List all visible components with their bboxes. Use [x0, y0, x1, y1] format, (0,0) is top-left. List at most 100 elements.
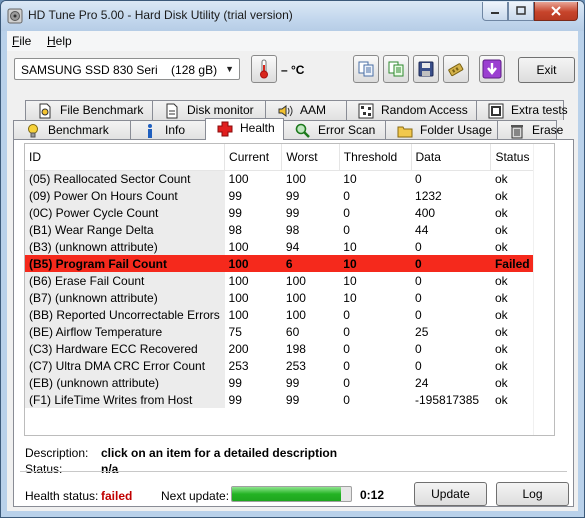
tab-aam[interactable]: AAM — [265, 100, 347, 120]
table-row[interactable]: (B1) Wear Range Delta 98 98 0 44 ok — [25, 221, 554, 238]
table-row[interactable]: (C7) Ultra DMA CRC Error Count 253 253 0 0 ok — [25, 357, 554, 374]
column-header-worst[interactable]: Worst — [281, 144, 340, 171]
caption-buttons — [482, 2, 578, 22]
cell-current: 253 — [228, 358, 249, 373]
cell-current: 100 — [228, 273, 249, 288]
tab-extra-tests[interactable]: Extra tests — [476, 100, 568, 120]
description-value: click on an item for a detailed descript… — [101, 446, 338, 460]
exit-button[interactable]: Exit — [518, 57, 575, 83]
cell-threshold: 0 — [343, 307, 350, 322]
save-icon — [418, 61, 434, 77]
tab-random-access[interactable]: Random Access — [346, 100, 477, 120]
cell-data: 0 — [415, 290, 422, 305]
status-value: n/a — [101, 462, 119, 476]
info-icon — [148, 124, 152, 138]
tab-erase[interactable]: Erase — [497, 120, 563, 140]
cell-id: (BE) Airflow Temperature — [25, 323, 225, 340]
tab-folder-usage[interactable]: Folder Usage — [385, 120, 498, 140]
table-row[interactable]: (EB) (unknown attribute) 99 99 0 24 ok — [25, 374, 554, 391]
table-row[interactable]: (BE) Airflow Temperature 75 60 0 25 ok — [25, 323, 554, 340]
cell-threshold: 10 — [343, 171, 357, 186]
tab-error-scan[interactable]: Error Scan — [283, 120, 386, 140]
update-button[interactable]: Update — [414, 482, 487, 506]
cell-threshold: 10 — [343, 290, 357, 305]
options-icon — [448, 63, 464, 77]
column-header-threshold[interactable]: Threshold — [339, 144, 412, 171]
cell-data: 0 — [415, 307, 422, 322]
cell-id: (09) Power On Hours Count — [25, 187, 225, 204]
table-row[interactable]: (F1) LifeTime Writes from Host 99 99 0 -1958… — [25, 391, 554, 408]
description-label: Description: — [25, 446, 89, 460]
column-header-id[interactable]: ID — [25, 144, 226, 171]
tab-file-benchmark[interactable]: File Benchmark — [25, 100, 153, 120]
tab-disk-monitor[interactable]: Disk monitor — [152, 100, 266, 120]
temperature-button[interactable] — [251, 55, 277, 83]
cell-id: (F1) LifeTime Writes from Host — [25, 391, 225, 408]
cell-worst: 100 — [285, 273, 306, 288]
tab-disk-monitor-label: Disk monitor — [187, 103, 254, 117]
tabs-lower-row: Benchmark Info Health Error Scan Folder … — [13, 118, 563, 140]
save-button[interactable] — [413, 55, 439, 83]
download-icon — [482, 59, 502, 79]
cell-worst: 99 — [285, 392, 300, 407]
table-row[interactable]: (09) Power On Hours Count 99 99 0 1232 ok — [25, 187, 554, 204]
tab-benchmark[interactable]: Benchmark — [13, 120, 131, 140]
menu-bar: File Help — [7, 31, 578, 51]
cell-threshold: 0 — [343, 222, 350, 237]
dropdown-arrow-icon: ▼ — [225, 64, 234, 74]
download-button[interactable] — [479, 55, 505, 83]
red-cross-icon — [217, 121, 233, 137]
magnifier-icon — [295, 123, 310, 138]
column-header-current[interactable]: Current — [224, 144, 283, 171]
cell-worst: 100 — [285, 307, 306, 322]
cell-worst: 100 — [285, 290, 306, 305]
table-row[interactable]: (0C) Power Cycle Count 99 99 0 400 ok — [25, 204, 554, 221]
title-bar[interactable]: HD Tune Pro 5.00 - Hard Disk Utility (tr… — [1, 1, 584, 31]
cell-id: (B1) Wear Range Delta — [25, 221, 225, 238]
table-row[interactable]: (B6) Erase Fail Count 100 100 10 0 ok — [25, 272, 554, 289]
tab-folder-usage-label: Folder Usage — [420, 123, 493, 137]
tab-health[interactable]: Health — [205, 118, 284, 140]
cell-id: (0C) Power Cycle Count — [25, 204, 225, 221]
cell-threshold: 0 — [343, 375, 350, 390]
status-label: Status: — [25, 462, 63, 476]
drive-select[interactable]: SAMSUNG SSD 830 Seri (128 gB) ▼ — [14, 58, 240, 80]
copy-all-button[interactable] — [383, 55, 409, 83]
copy-button[interactable] — [353, 55, 379, 83]
cell-data: 25 — [415, 324, 429, 339]
window-title: HD Tune Pro 5.00 - Hard Disk Utility (tr… — [28, 8, 293, 22]
next-update-progress-fill — [232, 487, 342, 501]
tabs-upper-row: File Benchmark Disk monitor AAM Random A… — [25, 100, 568, 120]
cell-data: 1232 — [415, 188, 442, 203]
minimize-button[interactable] — [482, 2, 508, 21]
table-row[interactable]: (B7) (unknown attribute) 100 100 10 0 ok — [25, 289, 554, 306]
table-row[interactable]: (B5) Program Fail Count 100 6 10 0 Failed — [25, 255, 554, 272]
menu-help[interactable]: Help — [47, 34, 72, 48]
options-button[interactable] — [443, 55, 469, 83]
client-area: File Help SAMSUNG SSD 830 Seri (128 gB) … — [7, 31, 578, 511]
cell-current: 200 — [228, 341, 249, 356]
speaker-icon — [278, 105, 293, 117]
table-row[interactable]: (B3) (unknown attribute) 100 94 10 0 ok — [25, 238, 554, 255]
table-row[interactable]: (C3) Hardware ECC Recovered 200 198 0 0 ok — [25, 340, 554, 357]
tab-file-benchmark-label: File Benchmark — [60, 103, 144, 117]
random-access-icon — [358, 103, 374, 119]
cell-id: (C7) Ultra DMA CRC Error Count — [25, 357, 225, 374]
log-button[interactable]: Log — [496, 482, 569, 506]
cell-threshold: 10 — [343, 273, 357, 288]
close-button[interactable] — [534, 2, 578, 21]
table-row[interactable]: (BB) Reported Uncorrectable Errors 100 100… — [25, 306, 554, 323]
smart-table[interactable]: ID Current Worst Threshold Data Status (… — [24, 143, 555, 436]
column-header-data[interactable]: Data — [411, 144, 492, 171]
tab-info-label: Info — [165, 123, 186, 137]
cell-id: (B6) Erase Fail Count — [25, 272, 225, 289]
maximize-button[interactable] — [508, 2, 534, 21]
cell-threshold: 0 — [343, 324, 350, 339]
cell-current: 100 — [228, 307, 249, 322]
health-status-label: Health status: — [25, 489, 99, 503]
table-row[interactable]: (05) Reallocated Sector Count 100 100 10 0 ok — [25, 170, 554, 187]
menu-file[interactable]: File — [12, 34, 31, 48]
tab-info[interactable]: Info — [130, 120, 206, 140]
cell-current: 99 — [228, 188, 242, 203]
cell-worst: 99 — [285, 375, 300, 390]
